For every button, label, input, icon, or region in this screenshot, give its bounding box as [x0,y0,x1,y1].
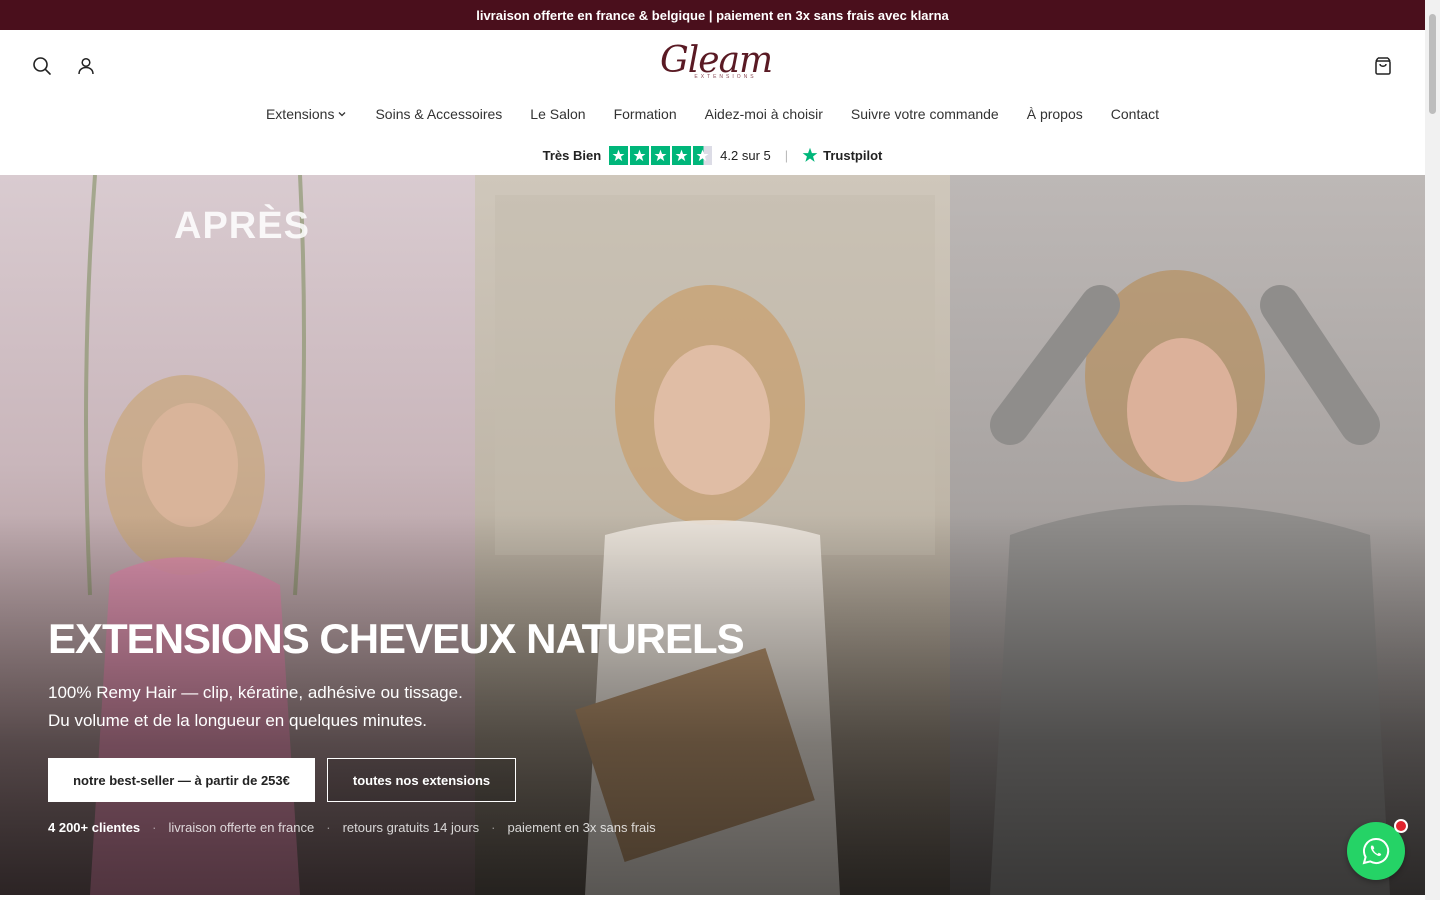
perk-free-returns: retours gratuits 14 jours [342,820,480,835]
star-icon [651,145,671,165]
nav-label: À propos [1026,106,1083,122]
announcement-bar: livraison offerte en france & belgique |… [0,0,1425,30]
best-seller-button[interactable]: notre best-seller — à partir de 253€ [48,758,315,802]
chevron-down-icon [338,112,346,117]
nav-item-formation[interactable]: Formation [614,102,677,126]
account-icon[interactable] [75,55,97,77]
star-icon [630,145,650,165]
star-half-icon [693,145,713,165]
nav-label: Extensions [265,106,335,122]
whatsapp-icon [1362,837,1390,865]
perk-separator: · [491,820,496,835]
site-header: Gleam EXTENSIONS Extensions Soins & Acce… [0,30,1425,175]
nav-item-extensions[interactable]: Extensions [266,102,347,126]
nav-label: Formation [613,106,677,122]
hero-banner: APRÈS EXTENSIONS CHEVEUX NATURELS 100% R… [0,175,1425,895]
nav-item-suivre-commande[interactable]: Suivre votre commande [851,102,999,126]
hero-title: EXTENSIONS CHEVEUX NATURELS [48,615,745,662]
nav-label: Soins & Accessoires [375,106,503,122]
hero-subtitle-line-1: 100% Remy Hair — clip, kératine, adhésiv… [48,683,463,702]
star-icon [609,145,629,165]
page-scrollbar[interactable] [1425,0,1440,900]
hero-subtitle: 100% Remy Hair — clip, kératine, adhésiv… [48,679,463,735]
main-nav: Extensions Soins & Accessoires Le Salon … [0,102,1425,126]
nav-item-a-propos[interactable]: À propos [1027,102,1083,126]
perk-separator: · [152,820,157,835]
search-icon[interactable] [31,55,53,77]
trustpilot-score: 4.2 sur 5 [720,147,771,163]
nav-label: Contact [1110,106,1160,122]
trustpilot-star-icon [802,147,818,162]
logo-subtext: EXTENSIONS [694,74,757,80]
scrollbar-thumb[interactable] [1429,14,1436,114]
nav-item-aidez-moi[interactable]: Aidez-moi à choisir [705,102,823,126]
cart-icon[interactable] [1372,55,1394,77]
nav-item-le-salon[interactable]: Le Salon [530,102,585,126]
nav-item-soins-accessoires[interactable]: Soins & Accessoires [375,102,502,126]
all-extensions-button[interactable]: toutes nos extensions [327,758,516,802]
star-icon [672,145,692,165]
trustpilot-rating-label: Très Bien [542,147,602,163]
site-logo[interactable]: Gleam EXTENSIONS [660,42,773,90]
nav-label: Le Salon [530,106,586,122]
hero-subtitle-line-2: Du volume et de la longueur en quelques … [48,711,427,730]
trustpilot-widget[interactable]: Très Bien 4.2 sur 5 | Trustpilot [0,144,1425,166]
nav-item-contact[interactable]: Contact [1111,102,1159,126]
page-below-hero [0,895,1425,900]
perk-installments: paiement en 3x sans frais [507,820,656,835]
notification-badge [1394,819,1408,833]
perk-separator: · [326,820,331,835]
nav-label: Aidez-moi à choisir [704,106,823,122]
announcement-text: livraison offerte en france & belgique |… [476,7,949,23]
hero-perks: 4 200+ clientes · livraison offerte en f… [48,820,656,835]
perk-free-shipping: livraison offerte en france [168,820,315,835]
trustpilot-brand: Trustpilot [802,147,882,163]
trustpilot-brand-label: Trustpilot [823,147,883,163]
trustpilot-stars [609,145,713,165]
nav-label: Suivre votre commande [850,106,999,122]
hero-overlay-text: APRÈS [174,205,310,247]
trustpilot-separator: | [784,147,789,163]
perk-customers: 4 200+ clientes [48,820,141,835]
